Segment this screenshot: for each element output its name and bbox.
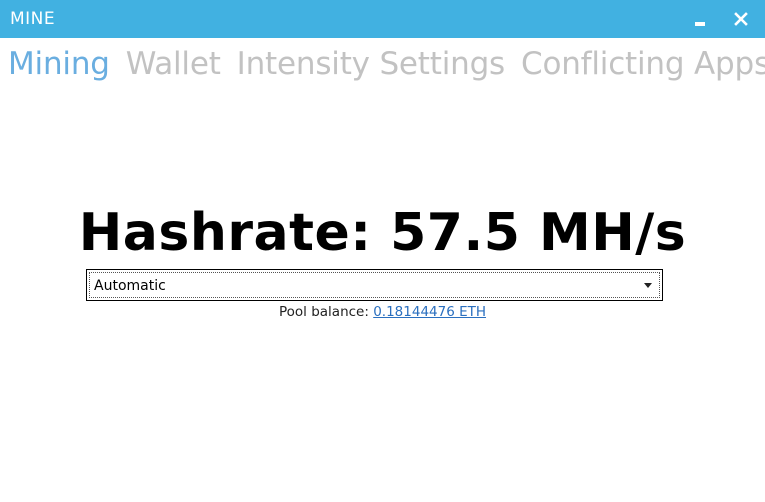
hashrate-display: Hashrate: 57.5 MH/s [78, 203, 687, 263]
tab-mining[interactable]: Mining [8, 44, 110, 88]
window-title: MINE [10, 9, 56, 29]
tab-wallet[interactable]: Wallet [126, 44, 221, 88]
pool-balance: Pool balance: 0.18144476 ETH [0, 304, 765, 320]
chevron-down-icon [644, 283, 652, 288]
mining-mode-value: Automatic [94, 278, 166, 294]
tab-conflicting-apps[interactable]: Conflicting Apps [521, 44, 765, 88]
pool-balance-label: Pool balance: [278, 304, 369, 320]
main-tabs: Mining Wallet Intensity Settings Conflic… [8, 44, 765, 88]
close-icon [734, 12, 748, 26]
minimize-icon [695, 22, 705, 26]
close-button[interactable] [728, 6, 754, 32]
pool-balance-link[interactable]: 0.18144476 ETH [373, 304, 486, 320]
minimize-button[interactable] [686, 6, 712, 32]
app-window: MINE Mining Wallet Intensity Settings Co… [0, 0, 765, 502]
mining-mode-select[interactable]: Automatic [86, 269, 663, 301]
focus-outline [89, 272, 660, 298]
title-bar: MINE [0, 0, 765, 38]
tab-intensity-settings[interactable]: Intensity Settings [237, 44, 506, 88]
